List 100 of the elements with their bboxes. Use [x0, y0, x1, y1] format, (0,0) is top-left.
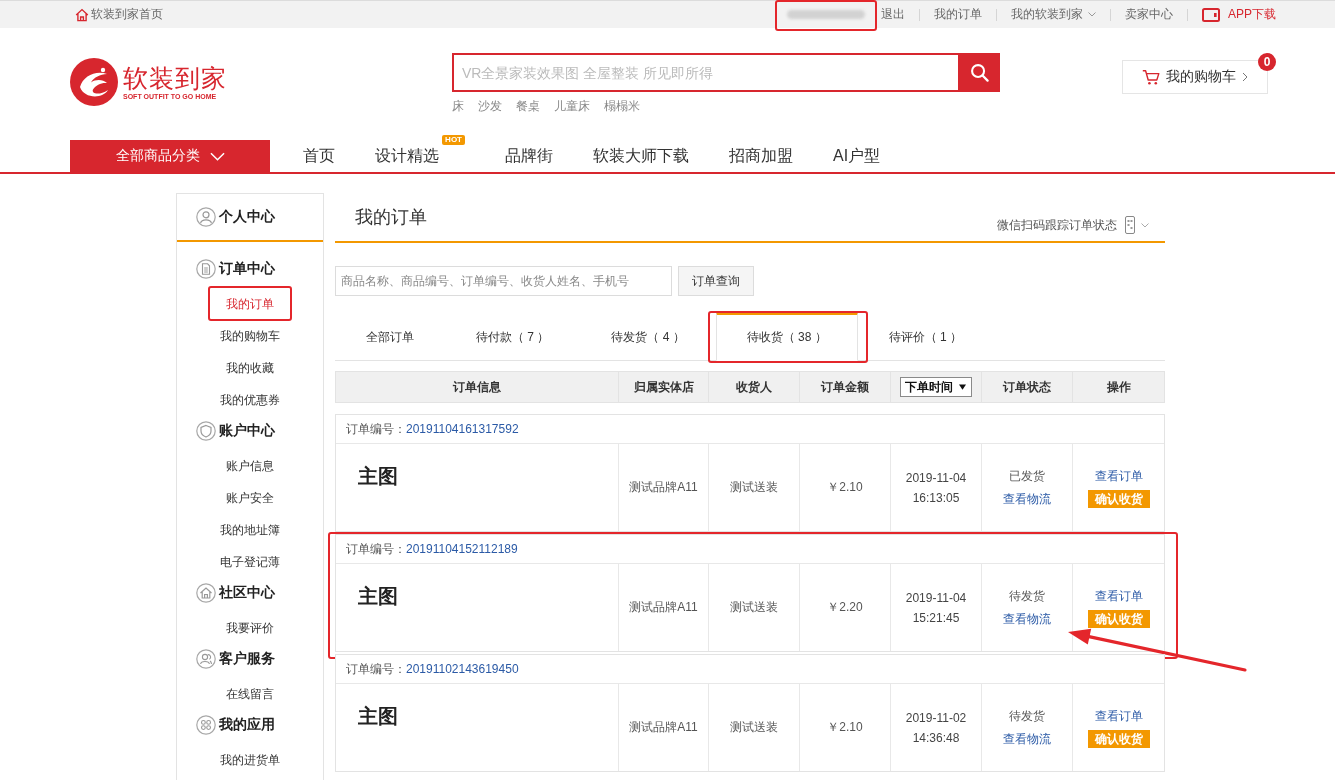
nav-link[interactable]: AI户型: [813, 140, 901, 172]
store-name: 测试品牌A11: [629, 479, 698, 496]
chevron-right-icon: [1242, 72, 1248, 82]
order-amount: ￥2.10: [827, 479, 863, 496]
order-date: 2019-11-04 16:13:05: [905, 469, 967, 507]
sidebar-link[interactable]: 账户安全: [226, 490, 274, 506]
order-number-link[interactable]: 20191102143619450: [406, 662, 519, 676]
nav-link[interactable]: 首页: [283, 140, 355, 172]
receiver-name: 测试送装: [730, 599, 778, 616]
hot-search-link[interactable]: 儿童床: [554, 99, 590, 113]
order-date: 2019-11-04 15:21:45: [905, 589, 967, 627]
order-tab[interactable]: 待付款（ 7 ）: [445, 312, 581, 360]
order-amount: ￥2.20: [827, 599, 863, 616]
track-logistics-link[interactable]: 查看物流: [1003, 610, 1051, 628]
order-status: 待发货: [1009, 707, 1045, 725]
home-link[interactable]: 软装到家首页: [75, 6, 163, 23]
chevron-down-icon: [1088, 12, 1096, 17]
page-title: 我的订单: [354, 206, 427, 229]
caret-down-icon: [959, 384, 966, 390]
track-logistics-link[interactable]: 查看物流: [1003, 730, 1051, 748]
wechat-track-text: 微信扫码跟踪订单状态: [997, 216, 1117, 234]
order-tab[interactable]: 待发货（ 4 ）: [580, 312, 716, 360]
order-status: 已发货: [1009, 467, 1045, 485]
order-search-button[interactable]: 订单查询: [678, 266, 754, 296]
view-order-link[interactable]: 查看订单: [1094, 467, 1143, 485]
receiver-name: 测试送装: [730, 479, 778, 496]
person-icon: [196, 207, 216, 227]
search-button[interactable]: [958, 53, 1000, 92]
hot-search-link[interactable]: 餐桌: [516, 99, 540, 113]
order-number-label: 订单编号：: [346, 660, 406, 678]
view-order-link[interactable]: 查看订单: [1094, 587, 1143, 605]
order-status: 待发货: [1009, 587, 1045, 605]
nav-link[interactable]: 品牌街: [485, 140, 573, 172]
people-icon: [196, 649, 216, 669]
column-header: 订单状态: [1003, 378, 1051, 396]
sidebar-link[interactable]: 我的订单: [226, 296, 274, 312]
order-date: 2019-11-02 14:36:48: [905, 709, 967, 747]
top-bar-link[interactable]: 退出: [879, 6, 919, 23]
hot-search-link[interactable]: 榻榻米: [604, 99, 640, 113]
order-number-link[interactable]: 20191104161317592: [406, 422, 519, 436]
chevron-down-icon: [1141, 222, 1149, 228]
app-download-link[interactable]: APP下载: [1188, 6, 1276, 23]
sidebar-link[interactable]: 我的购物车: [220, 328, 280, 344]
tablet-icon: [1202, 7, 1220, 22]
sidebar-link[interactable]: 我的收藏: [226, 360, 274, 376]
phone-icon: [1125, 216, 1135, 234]
order-number-link[interactable]: 20191104152112189: [406, 542, 518, 556]
logo-icon: [70, 58, 118, 106]
order-tab[interactable]: 待评价（ 1 ）: [857, 312, 994, 360]
category-menu-button[interactable]: 全部商品分类: [70, 140, 270, 172]
sidebar-group-title: 订单中心: [219, 260, 275, 278]
order-amount: ￥2.10: [827, 719, 863, 736]
nav-link[interactable]: 软装大师下载: [573, 140, 709, 172]
column-header: 操作: [1106, 378, 1131, 396]
sidebar-group-title: 账户中心: [219, 422, 275, 440]
nav-link[interactable]: 招商加盟: [709, 140, 813, 172]
track-logistics-link[interactable]: 查看物流: [1003, 490, 1051, 508]
order-number-label: 订单编号：: [346, 420, 406, 438]
logo-text: 软装到家: [123, 63, 227, 92]
chevron-down-icon: [209, 151, 225, 161]
cart-count-badge: 0: [1258, 53, 1276, 71]
column-header: 归属实体店: [633, 378, 694, 396]
image-alt-text: 主图: [358, 584, 398, 608]
view-order-link[interactable]: 查看订单: [1094, 707, 1143, 725]
image-alt-text: 主图: [358, 704, 398, 728]
order-tab[interactable]: 待收货（ 38 ）: [715, 312, 858, 361]
hot-search-link[interactable]: 沙发: [478, 99, 502, 113]
account-menu[interactable]: 我的软装到家: [997, 6, 1110, 23]
order-number-label: 订单编号：: [346, 540, 406, 558]
sidebar-link[interactable]: 我要评价: [226, 620, 274, 636]
sidebar-link[interactable]: 电子登记薄: [220, 554, 280, 570]
sidebar-link[interactable]: 我的进货单: [220, 752, 280, 768]
image-alt-text: 主图: [358, 464, 398, 488]
house-icon: [196, 583, 216, 603]
order-tab[interactable]: 全部订单: [335, 312, 445, 360]
store-name: 测试品牌A11: [629, 599, 698, 616]
document-icon: [196, 259, 216, 279]
search-icon: [969, 63, 989, 82]
top-bar-link[interactable]: 卖家中心: [1111, 6, 1187, 23]
top-bar-link[interactable]: 我的订单: [920, 6, 996, 23]
sidebar-group-title: 社区中心: [219, 584, 275, 602]
sidebar-link[interactable]: 账户信息: [226, 458, 274, 474]
sidebar-group-title: 我的应用: [219, 716, 275, 734]
order-search-field[interactable]: 商品名称、商品编号、订单编号、收货人姓名、手机号: [335, 266, 672, 296]
sidebar-title: 个人中心: [219, 208, 275, 226]
hot-badge: HOT: [442, 135, 465, 145]
column-header: 订单金额: [821, 378, 869, 396]
sidebar-link[interactable]: 我的地址簿: [220, 522, 280, 538]
sort-dropdown[interactable]: 下单时间: [900, 377, 972, 397]
search-field[interactable]: VR全景家装效果图 全屋整装 所见即所得: [452, 53, 958, 92]
sidebar-group-title: 客户服务: [219, 650, 275, 668]
shield-icon: [196, 421, 216, 441]
column-header: 订单信息: [453, 378, 501, 396]
store-name: 测试品牌A11: [629, 719, 698, 736]
sidebar-link[interactable]: 在线留言: [226, 686, 274, 702]
sidebar-link[interactable]: 我的优惠券: [220, 392, 280, 408]
cart-icon: [1142, 69, 1160, 85]
hot-search-link[interactable]: 床: [452, 99, 464, 113]
grid-icon: [196, 715, 216, 735]
receiver-name: 测试送装: [730, 719, 778, 736]
